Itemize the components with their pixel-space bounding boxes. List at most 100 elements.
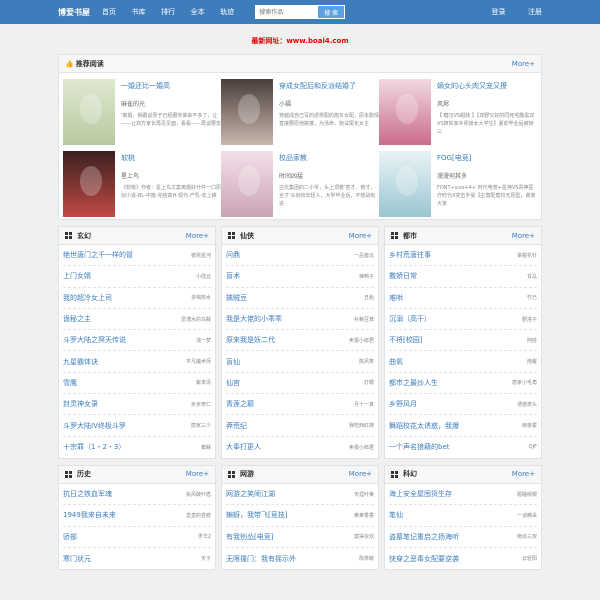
nav-completed[interactable]: 全本 <box>191 8 205 16</box>
book-title-link[interactable]: 不将[校园] <box>389 335 422 345</box>
book-list-row: 快穿之恶毒女配要逆袭 云轻阳 <box>389 548 537 569</box>
category-more-link[interactable]: More+ <box>349 470 372 478</box>
category-more-link[interactable]: More+ <box>186 470 209 478</box>
book-title-link[interactable]: 斗罗大陆IV终极斗罗 <box>63 421 126 431</box>
book-cover-image[interactable] <box>379 151 431 217</box>
book-title-link[interactable]: 寒门状元 <box>63 554 91 564</box>
book-title-link[interactable]: FOG[电竞] <box>437 153 537 163</box>
book-title-link[interactable]: 封灵神女录 <box>63 399 98 409</box>
book-author: 风烬 <box>437 101 450 108</box>
search-input[interactable] <box>255 5 318 19</box>
book-title-link[interactable]: 盲仙 <box>226 357 240 367</box>
book-title-link[interactable]: 雪鹰 <box>63 378 77 388</box>
book-title-link[interactable]: 擒贼豆 <box>226 293 247 303</box>
nav-library[interactable]: 书库 <box>132 8 146 16</box>
book-title-link[interactable]: 快穿之恶毒女配要逆袭 <box>389 554 459 564</box>
book-title-link[interactable]: 无限撞门：我有摇示外 <box>226 554 296 564</box>
book-author: 唐家三少 <box>190 423 211 430</box>
category-header: 历史 More+ <box>59 465 215 484</box>
book-title-link[interactable]: 大奉打更人 <box>226 442 261 452</box>
book-title-link[interactable]: 撒娇日常 <box>389 271 417 281</box>
book-title-link[interactable]: 网游之笑闹江湖 <box>226 489 275 499</box>
book-list-row: 问鼎 一品蜜瓜 <box>226 245 374 267</box>
book-title-link[interactable]: 抗日之铁血军魂 <box>63 489 112 499</box>
book-title-link[interactable]: 九星霸体诀 <box>63 357 98 367</box>
book-title-link[interactable]: 斗罗大陆之冥天传说 <box>63 335 126 345</box>
recommend-section: 👍 推荐阅读 More+ 一婚还比一婚高 麻雀的光 '离婚，我跟说厚于已经跟你谁来不… <box>58 54 542 220</box>
book-title-link[interactable]: 原来我是妖二代 <box>226 335 275 345</box>
book-title-link[interactable]: 我是大佬的小乖乖 <box>226 314 282 324</box>
book-author: 月十一真 <box>353 401 374 408</box>
nav-ranking[interactable]: 排行 <box>161 8 175 16</box>
book-title-link[interactable]: 十宗罪（1・2・3） <box>63 442 125 452</box>
book-cover-image[interactable] <box>63 151 115 217</box>
book-title-link[interactable]: 蝙蚜，我带飞[竞技] <box>226 510 287 520</box>
book-title-link[interactable]: 诡秘之主 <box>63 314 91 324</box>
book-title-link[interactable]: 盲术 <box>226 271 240 281</box>
search-button[interactable]: 搜 索 <box>317 5 346 19</box>
book-title-link[interactable]: 乡村荒唐往事 <box>389 250 431 260</box>
book-title-link[interactable]: 莽荒纪 <box>226 421 247 431</box>
book-list-row: 1949我来自未来 堂皇的苍痕 <box>63 505 211 527</box>
book-list-row: 有我别怂[电竞] 莫得永欢 <box>226 527 374 548</box>
book-title-link[interactable]: 上门女婿 <box>63 271 91 281</box>
book-title-link[interactable]: 沉溺（高干） <box>389 314 431 324</box>
nav-home[interactable]: 首页 <box>102 8 116 16</box>
book-title-link[interactable]: 我的超冷女上司 <box>63 293 112 303</box>
book-title-link[interactable]: 有我别怂[电竞] <box>226 532 273 542</box>
book-title-link[interactable]: 笔仙 <box>389 510 403 520</box>
book-title-link[interactable]: 绝世唐门之千一样的冒 <box>63 250 133 260</box>
book-cover-image[interactable] <box>379 79 431 145</box>
register-link[interactable]: 注册 <box>528 8 542 16</box>
book-title-link[interactable]: 一个声名狼藉的bet <box>389 442 450 452</box>
book-title-link[interactable]: 青莲之巅 <box>226 399 254 409</box>
book-author: 补粮豆茸 <box>353 316 374 323</box>
book-title-link[interactable]: 嫡女的心头肉又宠又撩 <box>437 81 537 91</box>
book-author: 丑蛤 <box>363 295 374 302</box>
book-author: 剧洛子 <box>521 316 537 323</box>
book-title-link[interactable]: 一婚还比一婚高 <box>121 81 221 91</box>
category-more-link[interactable]: More+ <box>512 232 535 240</box>
book-list-row: 乡村荒唐往事 掌握花针 <box>389 245 537 267</box>
book-cover-image[interactable] <box>221 151 273 217</box>
book-cover-image[interactable] <box>63 79 115 145</box>
book-list-row: 沉溺（高干） 剧洛子 <box>389 309 537 331</box>
book-title-link[interactable]: 仙官 <box>226 378 240 388</box>
login-link[interactable]: 登录 <box>491 8 505 16</box>
grid-icon <box>391 232 398 239</box>
book-title-link[interactable]: 穿成女配后和反派结婚了 <box>279 81 379 91</box>
book-title-link[interactable]: 盗墓笔记重启之扬海听 <box>389 532 459 542</box>
category-more-link[interactable]: More+ <box>512 470 535 478</box>
recommend-more-link[interactable]: More+ <box>512 60 535 68</box>
book-title-link[interactable]: 都市之最炒人生 <box>389 378 438 388</box>
book-title-link[interactable]: 海上安全屋囤货生存 <box>389 489 452 499</box>
book-title-link[interactable]: 骄部 <box>63 532 77 542</box>
book-author: 彼昆星河 <box>190 252 211 259</box>
grid-icon <box>65 232 72 239</box>
book-author: 卖报小郎君 <box>348 444 374 451</box>
book-title-link[interactable]: 乡野风月 <box>389 399 417 409</box>
book-cover-image[interactable] <box>221 79 273 145</box>
category-title-text: 历史 <box>77 470 91 479</box>
book-title-link[interactable]: 1949我来自未来 <box>63 510 116 520</box>
book-title-link[interactable]: 难哄 <box>389 293 403 303</box>
book-list-row: 乡野风月 诱惑奇头 <box>389 394 537 416</box>
book-list-row: 封灵神女录 步步奇仁 <box>63 394 211 416</box>
book-list-row: 斗罗大陆IV终极斗罗 唐家三少 <box>63 415 211 437</box>
book-author: 星上鸟 <box>121 173 140 180</box>
book-title-link[interactable]: 舞蹈校花太诱惑，我爆 <box>389 421 459 431</box>
site-logo[interactable]: 博爱书屋 <box>58 7 90 18</box>
book-list-row: 寒门状元 天子 <box>63 548 211 569</box>
book-title-link[interactable]: 校品家教 <box>279 153 379 163</box>
site-notice: 最新网址：www.boai4.com <box>251 37 349 45</box>
book-list-row: 网游之笑闹江湖 天涯叶莱 <box>226 484 374 506</box>
category-section: 玄幻 More+ 绝世唐门之千一样的冒 彼昆星河 上门女婿 小陆云 我的超冷女上司 多喝热水诡… <box>58 226 216 459</box>
book-title-link[interactable]: 问鼎 <box>226 250 240 260</box>
book-author: 阿娃 <box>526 337 537 344</box>
nav-history[interactable]: 轨迹 <box>220 8 234 16</box>
category-more-link[interactable]: More+ <box>186 232 209 240</box>
book-author: 浅一梦 <box>195 337 211 344</box>
book-title-link[interactable]: 曲氧 <box>389 357 403 367</box>
book-title-link[interactable]: 软桃 <box>121 153 221 163</box>
category-more-link[interactable]: More+ <box>349 232 372 240</box>
